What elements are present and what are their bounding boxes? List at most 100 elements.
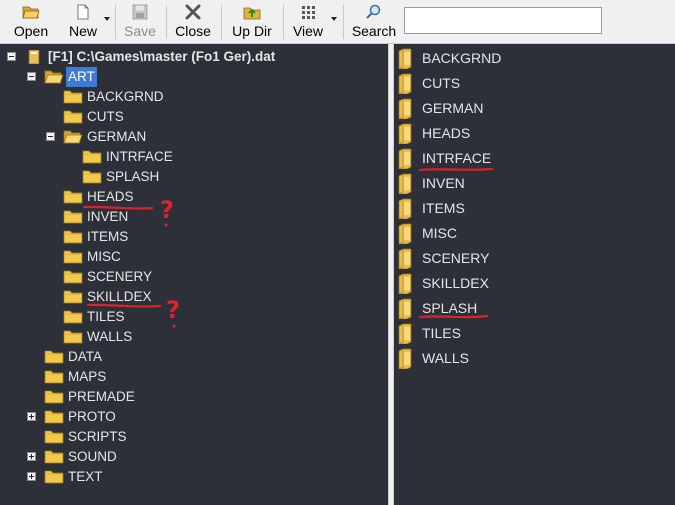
- folder-icon: [398, 173, 412, 194]
- tree-item-german[interactable]: GERMAN: [0, 127, 388, 147]
- list-item-items[interactable]: ITEMS: [394, 196, 675, 221]
- list-item-label: SPLASH: [422, 300, 478, 316]
- file-list[interactable]: BACKGRND CUTS GERMAN HEADS INTRFACE INVEN ITEM…: [394, 44, 675, 505]
- tree-item-label: SCENERY: [87, 269, 153, 284]
- list-item-label: INTRFACE: [422, 150, 492, 166]
- folder-icon: [44, 70, 64, 84]
- tree-item-items[interactable]: ITEMS: [0, 227, 388, 247]
- folder-icon: [398, 273, 412, 294]
- folder-icon: [63, 250, 83, 264]
- list-item-label: HEADS: [422, 125, 471, 141]
- tree-root[interactable]: [F1] C:\Games\master (Fo1 Ger).dat: [0, 47, 388, 67]
- toolbar: Open New Save Close Up Dir View Search: [0, 0, 675, 44]
- tree-item-scripts[interactable]: SCRIPTS: [0, 427, 388, 447]
- tree-item-misc[interactable]: MISC: [0, 247, 388, 267]
- folder-icon: [398, 123, 412, 144]
- expand-icon[interactable]: [27, 412, 36, 421]
- view-dropdown-arrow-icon[interactable]: [331, 17, 337, 21]
- folder-icon: [398, 73, 412, 94]
- collapse-icon[interactable]: [27, 72, 36, 81]
- tree-item-inven[interactable]: INVEN: [0, 207, 388, 227]
- tree-item-backgrnd[interactable]: BACKGRND: [0, 87, 388, 107]
- expand-icon[interactable]: [27, 452, 36, 461]
- list-item-splash[interactable]: SPLASH: [394, 296, 675, 321]
- tree-item-label: SCRIPTS: [68, 429, 127, 444]
- list-item-label: ITEMS: [422, 200, 465, 216]
- collapse-icon[interactable]: [7, 52, 16, 61]
- folder-icon: [63, 190, 83, 204]
- toolbar-separator: [115, 5, 116, 39]
- up-folder-icon: [243, 7, 261, 20]
- folder-icon: [63, 90, 83, 104]
- toolbar-separator: [166, 5, 167, 39]
- tree-item-intrface[interactable]: INTRFACE: [0, 147, 388, 167]
- tree-item-label: WALLS: [87, 329, 133, 344]
- list-item-tiles[interactable]: TILES: [394, 321, 675, 346]
- list-item-walls[interactable]: WALLS: [394, 346, 675, 371]
- tree-item-art[interactable]: ART: [0, 67, 388, 87]
- list-item-misc[interactable]: MISC: [394, 221, 675, 246]
- folder-icon: [44, 430, 64, 444]
- tree-item-scenery[interactable]: SCENERY: [0, 267, 388, 287]
- folder-icon: [63, 270, 83, 284]
- tree-item-heads[interactable]: HEADS: [0, 187, 388, 207]
- list-item-label: SKILLDEX: [422, 275, 489, 291]
- tree-item-walls[interactable]: WALLS: [0, 327, 388, 347]
- toolbar-separator: [221, 5, 222, 39]
- expand-icon[interactable]: [27, 472, 36, 481]
- close-button[interactable]: Close: [171, 2, 215, 40]
- view-grid-icon: [302, 6, 315, 19]
- tree-item-sound[interactable]: SOUND: [0, 447, 388, 467]
- folder-icon: [398, 323, 412, 344]
- tree-item-skilldex[interactable]: SKILLDEX: [0, 287, 388, 307]
- list-item-skilldex[interactable]: SKILLDEX: [394, 271, 675, 296]
- list-item-label: BACKGRND: [422, 50, 502, 66]
- up-dir-button[interactable]: Up Dir: [226, 2, 278, 40]
- tree-item-label: BACKGRND: [87, 89, 164, 104]
- folder-icon: [63, 130, 83, 144]
- tree-item-data[interactable]: DATA: [0, 347, 388, 367]
- search-magnifier-icon: [366, 4, 381, 19]
- list-item-inven[interactable]: INVEN: [394, 171, 675, 196]
- save-disk-icon: [132, 4, 148, 20]
- list-item-intrface[interactable]: INTRFACE: [394, 146, 675, 171]
- tree-item-splash[interactable]: SPLASH: [0, 167, 388, 187]
- tree-item-label: MISC: [87, 249, 121, 264]
- new-dropdown-arrow-icon[interactable]: [104, 17, 110, 21]
- tree-item-text[interactable]: TEXT: [0, 467, 388, 487]
- folder-tree[interactable]: [F1] C:\Games\master (Fo1 Ger).dat ART BAC…: [0, 44, 388, 505]
- list-item-heads[interactable]: HEADS: [394, 121, 675, 146]
- open-button[interactable]: Open: [6, 2, 56, 40]
- save-button[interactable]: Save: [120, 2, 160, 40]
- tree-item-proto[interactable]: PROTO: [0, 407, 388, 427]
- folder-icon: [398, 48, 412, 69]
- list-item-backgrnd[interactable]: BACKGRND: [394, 46, 675, 71]
- new-button[interactable]: New: [62, 2, 104, 40]
- tree-item-tiles[interactable]: TILES: [0, 307, 388, 327]
- folder-icon: [398, 223, 412, 244]
- tree-item-label: ART: [66, 67, 97, 87]
- tree-item-premade[interactable]: PREMADE: [0, 387, 388, 407]
- tree-item-cuts[interactable]: CUTS: [0, 107, 388, 127]
- open-label: Open: [13, 23, 49, 39]
- tree-item-label: HEADS: [87, 189, 134, 204]
- save-label: Save: [124, 23, 156, 39]
- search-input[interactable]: [404, 7, 602, 34]
- list-item-label: INVEN: [422, 175, 465, 191]
- list-item-german[interactable]: GERMAN: [394, 96, 675, 121]
- folder-icon: [82, 150, 102, 164]
- tree-item-label: [F1] C:\Games\master (Fo1 Ger).dat: [48, 49, 276, 64]
- list-item-cuts[interactable]: CUTS: [394, 71, 675, 96]
- folder-icon: [398, 148, 412, 169]
- tree-item-label: MAPS: [68, 369, 107, 384]
- tree-item-label: DATA: [68, 349, 103, 364]
- toolbar-separator: [343, 5, 344, 39]
- tree-item-maps[interactable]: MAPS: [0, 367, 388, 387]
- open-folder-icon: [22, 6, 40, 19]
- view-button[interactable]: View: [288, 2, 328, 40]
- list-item-scenery[interactable]: SCENERY: [394, 246, 675, 271]
- folder-icon: [44, 470, 64, 484]
- tree-item-label: TEXT: [68, 469, 103, 484]
- collapse-icon[interactable]: [46, 132, 55, 141]
- search-button[interactable]: Search: [348, 2, 400, 40]
